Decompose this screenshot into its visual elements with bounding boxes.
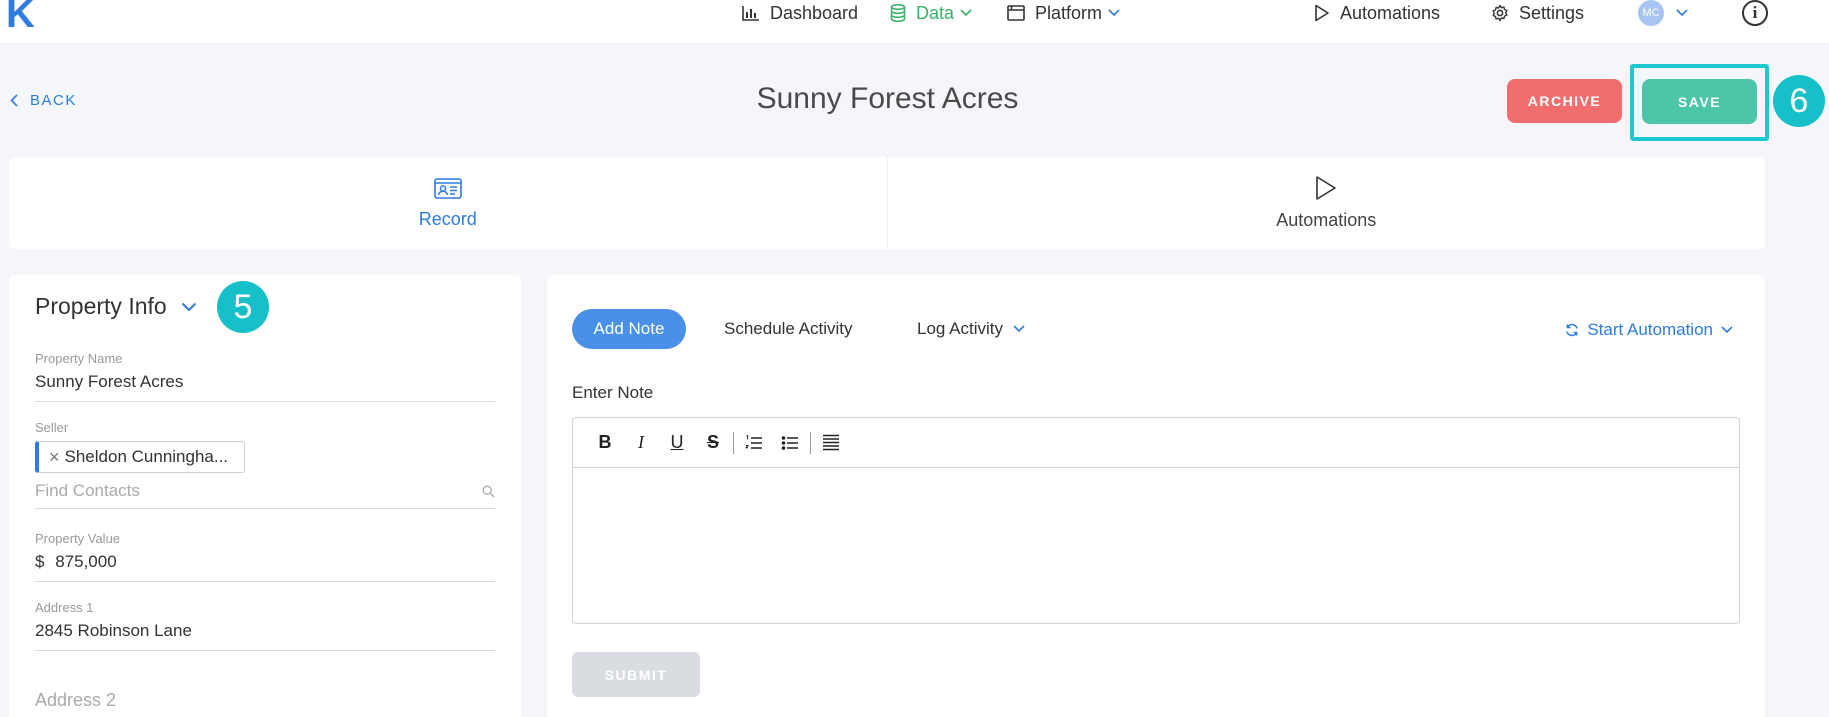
tab-automations-label: Automations — [1276, 210, 1377, 230]
start-automation-button[interactable]: Start Automation — [1557, 320, 1741, 340]
strikethrough-button[interactable]: S — [695, 428, 731, 458]
nav-data[interactable]: Data — [890, 0, 972, 26]
toolbar-divider — [810, 431, 811, 454]
currency-symbol: $ — [35, 552, 45, 571]
nav-platform[interactable]: Platform — [1007, 0, 1120, 26]
help-button[interactable]: i — [1742, 0, 1768, 26]
archive-button[interactable]: ARCHIVE — [1507, 79, 1622, 123]
info-icon: i — [1742, 0, 1768, 26]
window-icon — [1007, 5, 1025, 21]
ordered-list-button[interactable] — [736, 428, 772, 458]
user-menu[interactable]: MC — [1638, 0, 1688, 26]
chevron-down-icon — [960, 9, 972, 17]
play-icon — [1316, 176, 1337, 200]
bar-chart-icon — [742, 6, 759, 21]
italic-button[interactable]: I — [623, 428, 659, 458]
bold-button[interactable]: B — [587, 428, 623, 458]
step-badge-save: 6 — [1773, 75, 1825, 127]
refresh-icon — [1566, 323, 1579, 337]
tab-schedule-activity[interactable]: Schedule Activity — [724, 319, 853, 339]
property-name-label: Property Name — [35, 351, 123, 366]
submit-button[interactable]: SUBMIT — [572, 652, 700, 697]
address2-input[interactable]: Address 2 — [35, 690, 495, 711]
chevron-down-icon — [1721, 326, 1733, 334]
address1-label: Address 1 — [35, 600, 94, 615]
log-activity-label: Log Activity — [917, 319, 1003, 338]
contact-card-icon — [433, 178, 462, 199]
step-badge-property: 5 — [217, 281, 269, 333]
activity-panel: Add Note Schedule Activity Log Activity … — [547, 275, 1765, 717]
play-icon — [1315, 4, 1329, 22]
underline-button[interactable]: U — [659, 428, 695, 458]
find-contacts-placeholder: Find Contacts — [35, 481, 140, 500]
save-button[interactable]: SAVE — [1642, 79, 1757, 124]
tab-add-note[interactable]: Add Note — [572, 309, 686, 349]
chevron-down-icon — [1013, 325, 1025, 333]
property-info-header[interactable]: Property Info — [35, 293, 197, 320]
tab-automations[interactable]: Automations — [886, 157, 1766, 249]
property-value-amount: 875,000 — [55, 552, 117, 571]
nav-automations[interactable]: Automations — [1314, 0, 1440, 26]
nav-data-label: Data — [916, 2, 955, 23]
nav-automations-label: Automations — [1340, 2, 1441, 23]
property-info-panel: Property Info 5 Property Name Sunny Fore… — [9, 275, 521, 717]
toolbar-divider — [733, 431, 734, 454]
tab-record-label: Record — [418, 209, 477, 229]
property-value-input[interactable]: $ 875,000 — [35, 552, 495, 582]
property-name-input[interactable]: Sunny Forest Acres — [35, 372, 495, 402]
justify-icon — [823, 434, 839, 450]
ordered-list-icon — [745, 434, 762, 449]
address1-field: Address 1 2845 Robinson Lane — [35, 600, 495, 651]
chevron-down-icon — [181, 302, 196, 311]
seller-field: Seller × Sheldon Cunningha... Find Conta… — [35, 420, 495, 509]
nav-platform-label: Platform — [1035, 2, 1103, 23]
nav-settings-label: Settings — [1519, 2, 1585, 23]
property-value-label: Property Value — [35, 531, 121, 546]
seller-chip-label: Sheldon Cunningha... — [64, 447, 229, 466]
justify-button[interactable] — [813, 428, 849, 458]
address2-field: Address 2 — [35, 690, 495, 711]
chevron-down-icon — [1108, 9, 1120, 17]
find-contacts-input[interactable]: Find Contacts — [35, 481, 495, 509]
seller-chip: × Sheldon Cunningha... — [35, 441, 246, 473]
top-nav-bar: K Dashboard Data Platform Automations Se… — [0, 0, 1829, 44]
address1-input[interactable]: 2845 Robinson Lane — [35, 621, 495, 651]
database-icon — [890, 4, 906, 22]
property-value-field: Property Value $ 875,000 — [35, 531, 495, 582]
start-automation-label: Start Automation — [1587, 320, 1713, 339]
chevron-down-icon — [1676, 9, 1688, 17]
property-name-field: Property Name Sunny Forest Acres — [35, 351, 495, 402]
seller-label: Seller — [35, 420, 69, 435]
bullet-list-button[interactable] — [772, 428, 808, 458]
note-editor: B I U S — [572, 417, 1740, 624]
property-info-title: Property Info — [35, 293, 167, 319]
nav-settings[interactable]: Settings — [1491, 0, 1584, 26]
app-logo[interactable]: K — [6, 0, 35, 34]
tab-record[interactable]: Record — [9, 157, 887, 249]
avatar: MC — [1638, 0, 1664, 26]
nav-dashboard[interactable]: Dashboard — [742, 0, 858, 26]
editor-toolbar: B I U S — [573, 418, 1739, 468]
enter-note-label: Enter Note — [572, 383, 654, 402]
schedule-activity-label: Schedule Activity — [724, 319, 853, 338]
bullet-list-icon — [781, 435, 798, 450]
gear-icon — [1492, 4, 1508, 22]
tab-log-activity[interactable]: Log Activity — [917, 319, 1025, 339]
remove-icon[interactable]: × — [49, 447, 60, 468]
search-icon — [482, 485, 495, 497]
record-tabs: Record Automations — [9, 157, 1765, 249]
nav-dashboard-label: Dashboard — [770, 2, 859, 23]
